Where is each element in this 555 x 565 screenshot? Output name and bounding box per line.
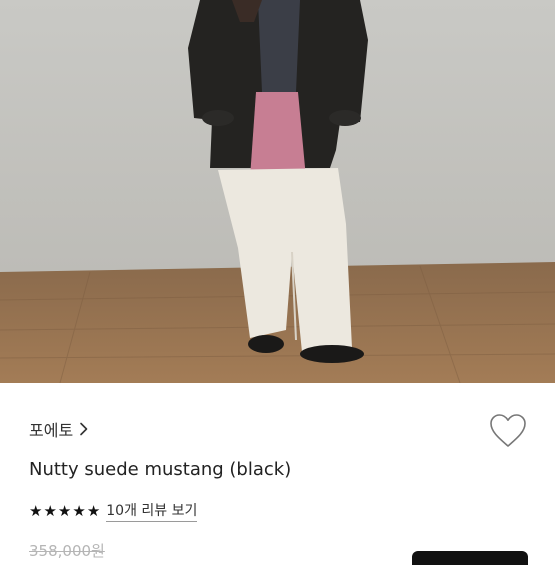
product-title: Nutty suede mustang (black) xyxy=(29,459,292,480)
star-filled-icon: ★ xyxy=(72,501,86,520)
brand-name: 포에토 xyxy=(29,421,74,440)
original-price: 358,000원 xyxy=(29,542,105,560)
star-filled-icon: ★ xyxy=(43,501,57,520)
rating-row: ★ ★ ★ ★ ★ 10개 리뷰 보기 xyxy=(29,500,198,522)
heart-outline-icon xyxy=(488,412,528,450)
wishlist-button[interactable] xyxy=(488,412,528,450)
star-filled-icon: ★ xyxy=(86,501,101,520)
product-image[interactable] xyxy=(0,0,555,383)
purchase-button[interactable] xyxy=(412,551,528,565)
star-filled-icon: ★ xyxy=(29,501,43,520)
star-filled-icon: ★ xyxy=(57,501,72,520)
product-photo-illustration xyxy=(0,0,555,383)
rating-stars: ★ ★ ★ ★ ★ xyxy=(29,501,101,520)
review-link[interactable]: 10개 리뷰 보기 xyxy=(106,500,198,522)
chevron-right-icon xyxy=(79,422,89,436)
brand-link[interactable]: 포에토 xyxy=(29,414,89,444)
